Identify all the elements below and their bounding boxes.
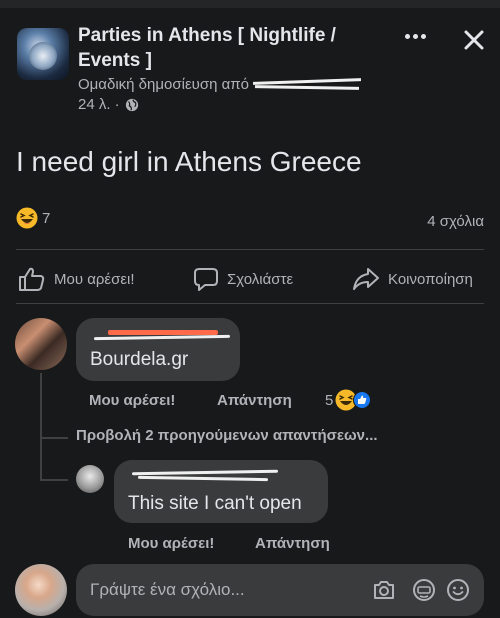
share-label: Κοινοποίηση: [388, 270, 473, 288]
close-icon[interactable]: [462, 28, 486, 52]
reactions-summary[interactable]: 7: [16, 207, 50, 229]
reply-like-button[interactable]: Μου αρέσει!: [128, 535, 214, 552]
comment-text: Bourdela.gr: [90, 349, 189, 370]
reply-text: This site I can't open: [128, 493, 302, 514]
reply-bubble: This site I can't open: [114, 460, 328, 523]
group-post-label: Ομαδική δημοσίευση από: [78, 76, 254, 93]
redacted-author-name: [253, 78, 363, 92]
group-name[interactable]: Parties in Athens [ Nightlife / Events ]: [78, 23, 378, 73]
comment-reactions[interactable]: 5: [325, 389, 372, 411]
post-text: I need girl in Athens Greece: [16, 146, 362, 177]
comment-bubble: Bourdela.gr: [76, 318, 240, 381]
thread-branch: [40, 479, 68, 481]
like-button[interactable]: Μου αρέσει!: [18, 266, 135, 292]
comment-count[interactable]: 4 σχόλια: [427, 213, 484, 230]
top-strip: [0, 0, 500, 8]
comment-icon: [194, 268, 218, 291]
post-time[interactable]: 24 λ. ·: [78, 96, 120, 113]
gif-icon[interactable]: [412, 578, 436, 602]
comment-label: Σχολιάστε: [227, 270, 294, 288]
post-author-line: Ομαδική δημοσίευση από: [78, 76, 363, 94]
globe-icon: [125, 98, 138, 111]
comment-like-button[interactable]: Μου αρέσει!: [89, 392, 175, 409]
like-reaction-icon: [353, 391, 372, 409]
post-time-line: 24 λ. ·: [78, 96, 139, 113]
haha-reaction-icon: [16, 207, 38, 229]
thread-line: [40, 373, 42, 481]
share-button[interactable]: Κοινοποίηση: [352, 266, 473, 292]
thread-branch: [40, 437, 68, 439]
current-user-avatar[interactable]: [15, 564, 67, 616]
comment-input[interactable]: [90, 580, 360, 600]
avatar[interactable]: [76, 465, 104, 493]
reply-reply-button[interactable]: Απάντηση: [255, 535, 330, 552]
more-options-button[interactable]: [400, 26, 430, 46]
avatar[interactable]: [15, 318, 67, 370]
comment-button[interactable]: Σχολιάστε: [193, 266, 293, 292]
comment-reply-button[interactable]: Απάντηση: [217, 392, 292, 409]
redacted-replier-name: [128, 469, 279, 483]
thumbs-up-icon: [19, 267, 45, 291]
share-icon: [353, 268, 379, 290]
group-avatar[interactable]: [17, 28, 69, 80]
view-previous-replies[interactable]: Προβολή 2 προηγούμενων απαντήσεων...: [76, 427, 378, 444]
comment-composer: [76, 564, 484, 616]
more-icon: [404, 33, 410, 39]
divider: [16, 303, 484, 304]
post-header: Parties in Athens [ Nightlife / Events ]…: [0, 8, 500, 118]
redacted-commenter-name: [90, 328, 231, 342]
divider: [16, 249, 484, 250]
action-bar: Μου αρέσει! Σχολιάστε Κοινοποίηση: [0, 258, 500, 298]
camera-icon[interactable]: [372, 578, 396, 602]
like-label: Μου αρέσει!: [54, 270, 135, 288]
emoji-icon[interactable]: [446, 578, 470, 602]
reaction-count: 7: [42, 209, 51, 227]
comment-reaction-count: 5: [325, 391, 334, 409]
